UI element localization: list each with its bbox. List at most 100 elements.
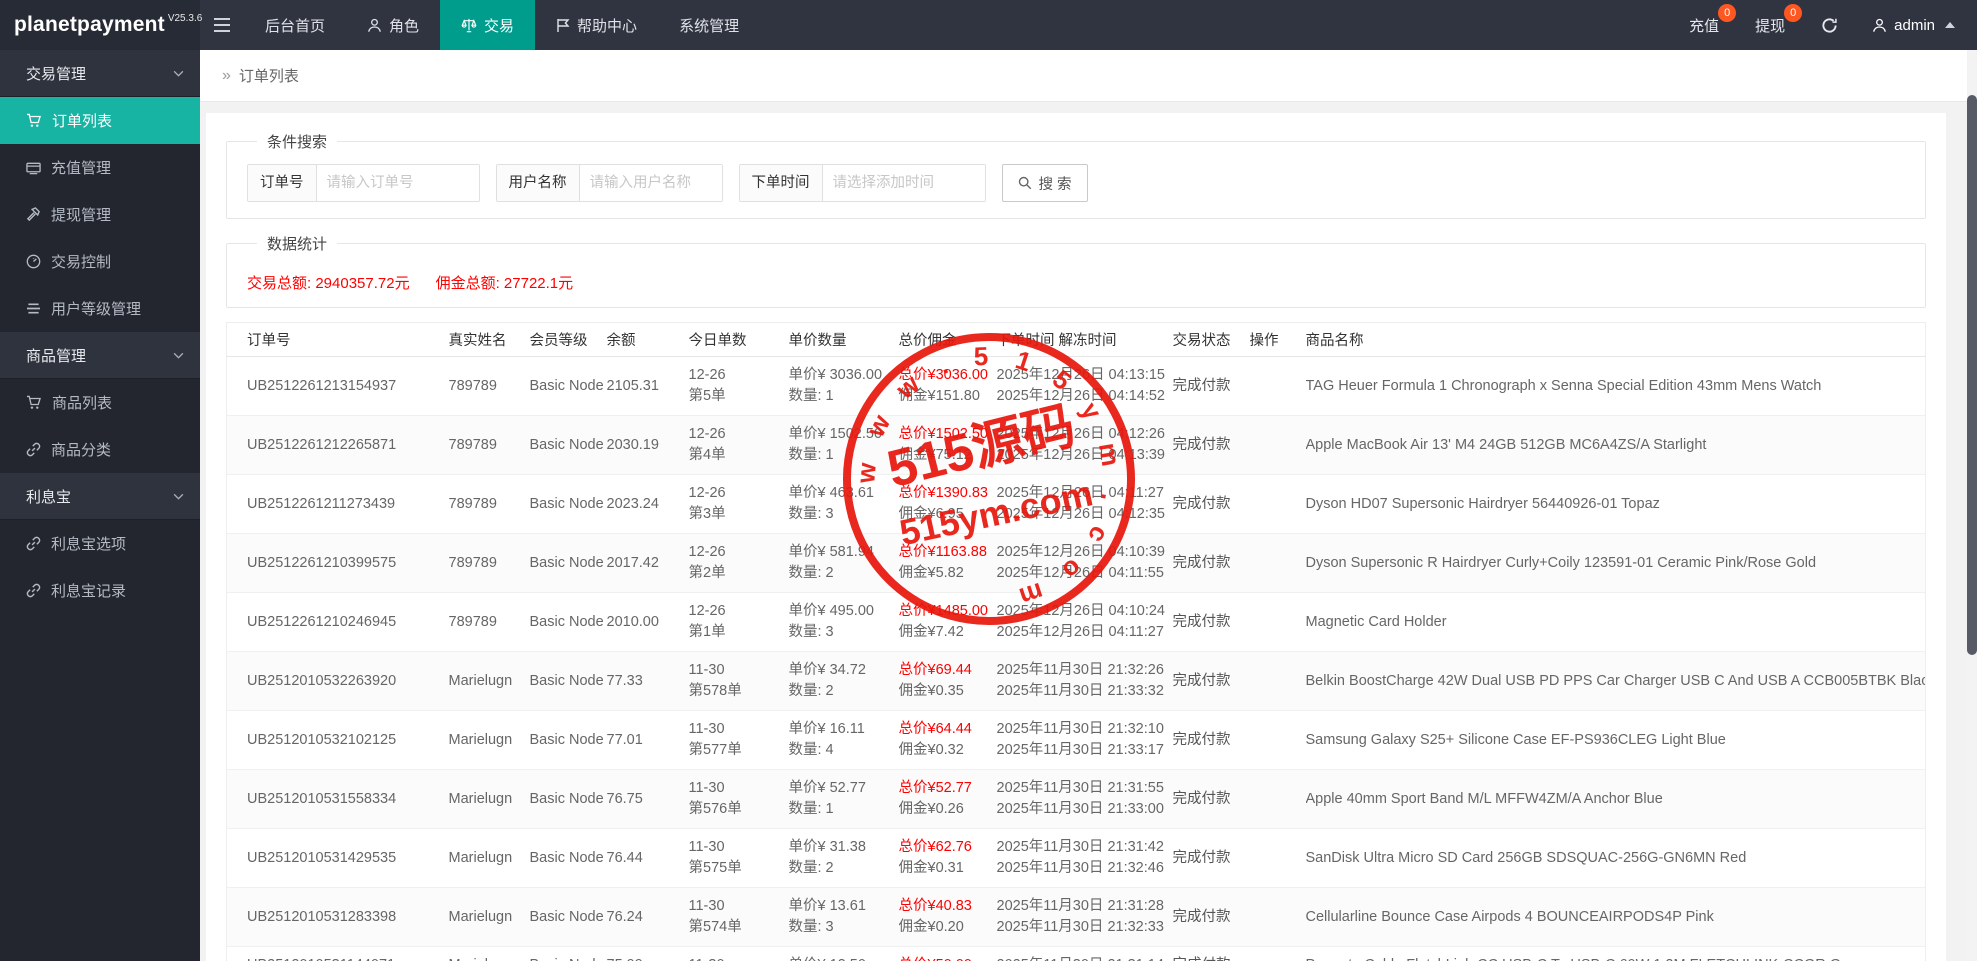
cell-real-name: Marielugn: [449, 947, 530, 961]
cell-total-commission: 总价¥50.00: [899, 947, 997, 961]
header-action[interactable]: 充值0: [1671, 0, 1737, 50]
cell-line: 单价¥ 16.11: [789, 719, 891, 740]
sidebar-item[interactable]: 利息宝选项: [0, 520, 200, 567]
cell-operation: [1250, 888, 1306, 947]
cell-line: 佣金¥0.26: [899, 799, 989, 820]
scrollbar-thumb[interactable]: [1967, 95, 1977, 655]
cell-order-times: 2025年12月26日 04:10:242025年12月26日 04:11:27: [997, 593, 1173, 652]
search-icon: [1018, 176, 1032, 190]
cell-line: 2025年12月26日 04:10:39: [997, 542, 1165, 563]
sidebar-group-label: 商品管理: [26, 345, 86, 366]
cell-member-level: Basic Node: [530, 416, 607, 475]
sidebar-item[interactable]: 利息宝记录: [0, 567, 200, 614]
cell-balance: 2017.42: [607, 534, 689, 593]
cell-trade-status: 完成付款: [1173, 593, 1250, 652]
orders-table: 订单号真实姓名会员等级余额今日单数单价数量总价佣金下单时间 解冻时间交易状态操作…: [226, 322, 1926, 961]
table-row: UB2512010531558334MarielugnBasic Node76.…: [227, 770, 1926, 829]
sidebar-item[interactable]: 商品分类: [0, 426, 200, 473]
sidebar-item[interactable]: 订单列表: [0, 97, 200, 144]
cell-member-level: Basic Node: [530, 475, 607, 534]
cell-balance: 77.01: [607, 711, 689, 770]
cell-line: 数量: 2: [789, 563, 891, 584]
cell-line: 佣金¥0.20: [899, 917, 989, 938]
main-area: » 订单列表 条件搜索 订单号 用户名称 下单时间: [200, 50, 1977, 961]
order-no-label: 订单号: [248, 165, 317, 201]
cell-line: 单价¥ 581.94: [789, 542, 891, 563]
user-name-input[interactable]: [580, 165, 722, 201]
cell-line: 2025年11月30日 21:33:32: [997, 681, 1165, 702]
cell-balance: 77.33: [607, 652, 689, 711]
column-header: 会员等级: [530, 323, 607, 357]
cell-line: 2025年11月30日 21:31:28: [997, 896, 1165, 917]
column-header: 余额: [607, 323, 689, 357]
cell-order-no: UB2512010531283398: [227, 888, 449, 947]
sidebar-collapse-button[interactable]: [200, 0, 244, 50]
sidebar-group-title[interactable]: 交易管理: [0, 50, 200, 97]
cell-line: 佣金¥151.80: [899, 386, 989, 407]
cell-line: 总价¥3036.00: [899, 365, 989, 386]
sidebar-item[interactable]: 提现管理: [0, 191, 200, 238]
cell-member-level: Basic Node: [530, 593, 607, 652]
cell-operation: [1250, 947, 1306, 961]
cell-line: 第576单: [689, 799, 781, 820]
cell-line: 11-30: [689, 896, 781, 917]
nav-item[interactable]: 角色: [346, 0, 440, 50]
sidebar-group-title[interactable]: 商品管理: [0, 332, 200, 379]
user-menu[interactable]: admin: [1856, 0, 1977, 50]
sidebar-item-label: 订单列表: [52, 110, 112, 131]
cell-order-times: 2025年11月30日 21:32:262025年11月30日 21:33:32: [997, 652, 1173, 711]
cell-price-qty: 单价¥ 463.61数量: 3: [789, 475, 899, 534]
cell-total-commission: 总价¥1485.00佣金¥7.42: [899, 593, 997, 652]
sidebar-item[interactable]: 用户等级管理: [0, 285, 200, 332]
total-amount-text: 交易总额: 2940357.72元: [247, 272, 410, 293]
cell-real-name: Marielugn: [449, 888, 530, 947]
cell-operation: [1250, 357, 1306, 416]
search-button[interactable]: 搜 索: [1002, 164, 1088, 202]
cell-today-orders: 12-26第4单: [689, 416, 789, 475]
cell-trade-status: 完成付款: [1173, 770, 1250, 829]
nav-item[interactable]: 交易: [440, 0, 535, 50]
cell-line: 第1单: [689, 622, 781, 643]
header-action[interactable]: 提现0: [1737, 0, 1803, 50]
cell-price-qty: 单价¥ 495.00数量: 3: [789, 593, 899, 652]
nav-item[interactable]: 后台首页: [244, 0, 346, 50]
cell-today-orders: 12-26第1单: [689, 593, 789, 652]
cell-order-times: 2025年11月30日 21:31:14: [997, 947, 1173, 961]
cell-line: 佣金¥75.12: [899, 445, 989, 466]
cell-order-no: UB2512010531558334: [227, 770, 449, 829]
sidebar-item[interactable]: 充值管理: [0, 144, 200, 191]
nav-item[interactable]: 系统管理: [658, 0, 760, 50]
top-bar: planetpayment V25.3.6 后台首页角色交易帮助中心系统管理 充…: [0, 0, 1977, 50]
cell-member-level: Basic Node: [530, 357, 607, 416]
cell-today-orders: 12-26第3单: [689, 475, 789, 534]
cell-line: 总价¥64.44: [899, 719, 989, 740]
flag-icon: [556, 18, 570, 33]
stats-section: 数据统计 交易总额: 2940357.72元 佣金总额: 27722.1元: [226, 233, 1926, 308]
nav-item[interactable]: 帮助中心: [535, 0, 658, 50]
cell-product-name: Belkin BoostCharge 42W Dual USB PD PPS C…: [1306, 652, 1926, 711]
order-no-input[interactable]: [317, 165, 479, 201]
nav-item-label: 帮助中心: [577, 15, 637, 36]
header-action-label: 提现: [1755, 15, 1785, 36]
cell-real-name: Marielugn: [449, 770, 530, 829]
cell-line: 数量: 3: [789, 504, 891, 525]
orders-table-body: UB2512261213154937789789Basic Node2105.3…: [227, 357, 1926, 961]
sidebar-item[interactable]: 交易控制: [0, 238, 200, 285]
refresh-button[interactable]: [1803, 0, 1856, 50]
user-name: admin: [1894, 17, 1935, 34]
cell-trade-status: 完成付款: [1173, 416, 1250, 475]
sidebar-group-title[interactable]: 利息宝: [0, 473, 200, 520]
table-row: UB2512261210246945789789Basic Node2010.0…: [227, 593, 1926, 652]
order-time-input[interactable]: [823, 165, 985, 201]
cell-order-no: UB2512010532263920: [227, 652, 449, 711]
cell-order-times: 2025年12月26日 04:11:272025年12月26日 04:12:35: [997, 475, 1173, 534]
cell-product-name: Magnetic Card Holder: [1306, 593, 1926, 652]
sidebar-item[interactable]: 商品列表: [0, 379, 200, 426]
cell-line: 第574单: [689, 917, 781, 938]
link-icon: [26, 536, 41, 551]
notification-badge: 0: [1718, 4, 1736, 22]
column-header: 商品名称: [1306, 323, 1926, 357]
cell-member-level: Basic Node: [530, 829, 607, 888]
cell-line: 总价¥1390.83: [899, 483, 989, 504]
cell-line: 2025年12月26日 04:12:35: [997, 504, 1165, 525]
